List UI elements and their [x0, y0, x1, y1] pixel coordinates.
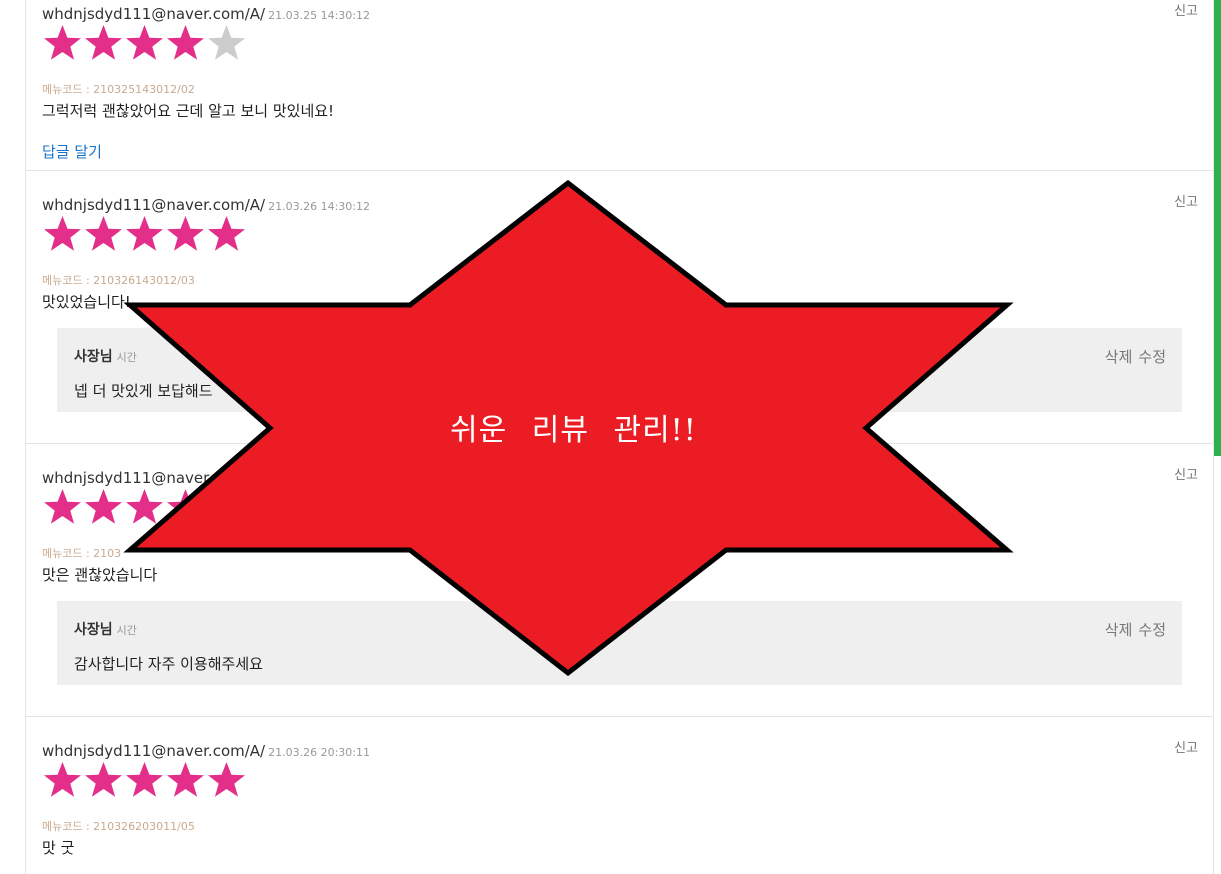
- owner-name-line: 사장님 시간: [74, 619, 137, 639]
- reviewer-id: whdnjsdyd111@naver.com/A/: [42, 196, 266, 214]
- reviewer-id: whdnjsdyd111@naver.com/A/: [42, 5, 266, 23]
- review-date: 21.03.26 14:30:12: [268, 200, 370, 213]
- report-button[interactable]: 신고: [1174, 464, 1198, 483]
- owner-reply: 사장님 시간 삭제 수정 넵 더 맛있게 보답해드: [57, 328, 1182, 412]
- review-item: whdnjsdyd111@naver.c 신고 메뉴코드 : 2103 맛은 괜…: [26, 444, 1214, 717]
- owner-reply-text: 감사합니다 자주 이용해주세요: [74, 655, 263, 673]
- owner-reply-actions: 삭제 수정: [1105, 346, 1166, 367]
- edit-reply-button[interactable]: 수정: [1138, 348, 1166, 366]
- review-text: 맛은 괜찮았습니다: [42, 566, 158, 584]
- menu-code: 메뉴코드 : 2103: [42, 547, 122, 560]
- review-header: whdnjsdyd111@naver.com/A/21.03.26 14:30:…: [42, 195, 370, 214]
- review-text: 맛 굿: [42, 839, 75, 857]
- owner-reply-time: 시간: [116, 624, 137, 637]
- owner-reply-time: 시간: [116, 351, 137, 364]
- owner-reply: 사장님 시간 삭제 수정 감사합니다 자주 이용해주세요: [57, 601, 1182, 685]
- review-item: whdnjsdyd111@naver.com/A/21.03.26 14:30:…: [26, 171, 1214, 444]
- star-filled-icon: [206, 214, 247, 255]
- write-reply-link[interactable]: 답글 달기: [42, 141, 102, 162]
- star-filled-icon: [42, 487, 83, 528]
- edit-reply-button[interactable]: 수정: [1138, 621, 1166, 639]
- star-filled-icon: [124, 23, 165, 64]
- review-text: 그럭저럭 괜찮았어요 근데 알고 보니 맛있네요!: [42, 102, 335, 120]
- star-empty-icon: [206, 23, 247, 64]
- star-filled-icon: [165, 23, 206, 64]
- star-filled-icon: [124, 214, 165, 255]
- owner-reply-actions: 삭제 수정: [1105, 619, 1166, 640]
- report-button[interactable]: 신고: [1174, 0, 1198, 19]
- star-rating: [42, 760, 247, 801]
- owner-reply-text: 넵 더 맛있게 보답해드: [74, 382, 213, 400]
- delete-reply-button[interactable]: 삭제: [1105, 348, 1133, 366]
- review-header: whdnjsdyd111@naver.c: [42, 468, 224, 487]
- star-filled-icon: [165, 760, 206, 801]
- star-filled-icon: [206, 760, 247, 801]
- star-filled-icon: [206, 487, 247, 528]
- star-rating: [42, 487, 247, 528]
- review-text: 맛있었습니다!: [42, 293, 131, 311]
- delete-reply-button[interactable]: 삭제: [1105, 621, 1133, 639]
- star-filled-icon: [42, 214, 83, 255]
- review-management-page: whdnjsdyd111@naver.com/A/21.03.25 14:30:…: [0, 0, 1221, 874]
- report-button[interactable]: 신고: [1174, 737, 1198, 756]
- owner-name: 사장님: [74, 349, 113, 365]
- owner-name-line: 사장님 시간: [74, 346, 137, 366]
- owner-name: 사장님: [74, 622, 113, 638]
- star-filled-icon: [124, 487, 165, 528]
- review-date: 21.03.26 20:30:11: [268, 746, 370, 759]
- star-filled-icon: [165, 214, 206, 255]
- review-item: whdnjsdyd111@naver.com/A/21.03.25 14:30:…: [26, 0, 1214, 171]
- menu-code: 메뉴코드 : 210326203011/05: [42, 820, 195, 833]
- review-header: whdnjsdyd111@naver.com/A/21.03.26 20:30:…: [42, 741, 370, 760]
- star-filled-icon: [42, 760, 83, 801]
- star-filled-icon: [165, 487, 206, 528]
- reviewer-id: whdnjsdyd111@naver.com/A/: [42, 742, 266, 760]
- star-rating: [42, 214, 247, 255]
- star-filled-icon: [83, 214, 124, 255]
- star-filled-icon: [83, 760, 124, 801]
- star-filled-icon: [83, 487, 124, 528]
- promo-banner-text: 쉬운 리뷰 관리!!: [450, 413, 697, 448]
- review-date: 21.03.25 14:30:12: [268, 9, 370, 22]
- review-header: whdnjsdyd111@naver.com/A/21.03.25 14:30:…: [42, 4, 370, 23]
- menu-code: 메뉴코드 : 210326143012/03: [42, 274, 195, 287]
- star-filled-icon: [42, 23, 83, 64]
- star-filled-icon: [124, 760, 165, 801]
- review-item: whdnjsdyd111@naver.com/A/21.03.26 20:30:…: [26, 717, 1214, 874]
- menu-code: 메뉴코드 : 210325143012/02: [42, 83, 195, 96]
- scrollbar-thumb[interactable]: [1214, 0, 1221, 456]
- report-button[interactable]: 신고: [1174, 191, 1198, 210]
- reviewer-id: whdnjsdyd111@naver.c: [42, 469, 221, 487]
- star-filled-icon: [83, 23, 124, 64]
- star-rating: [42, 23, 247, 64]
